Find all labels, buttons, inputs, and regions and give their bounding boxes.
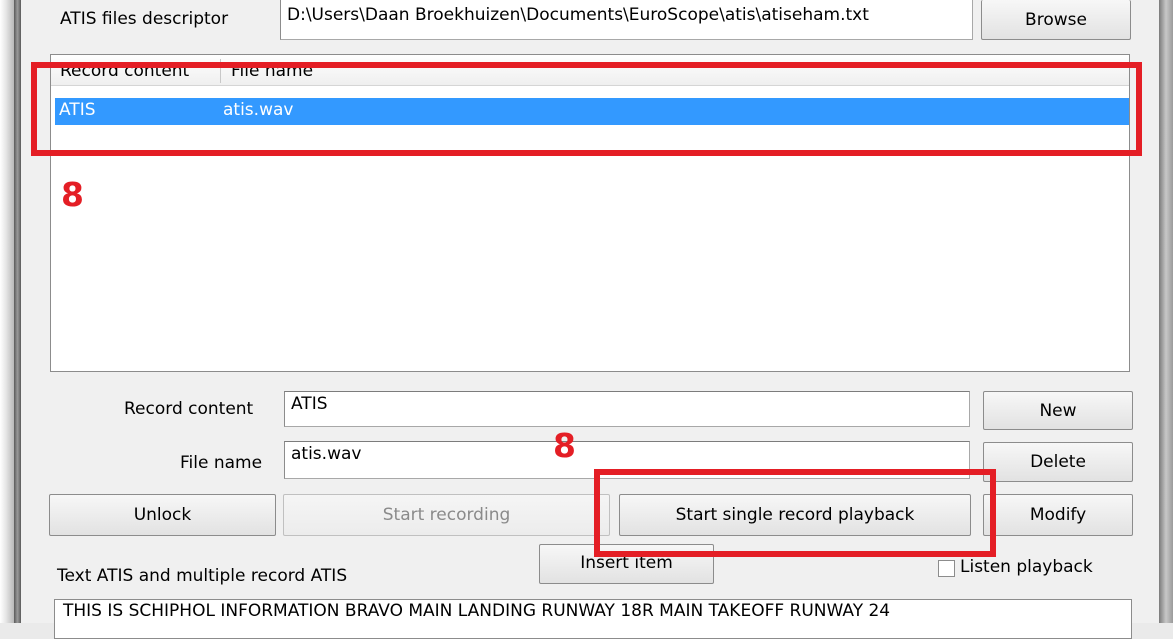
new-button[interactable]: New (983, 391, 1133, 430)
unlock-button[interactable]: Unlock (49, 494, 276, 536)
start-recording-button[interactable]: Start recording (283, 494, 610, 536)
window-frame-right (1159, 0, 1173, 623)
listen-playback-label: Listen playback (960, 557, 1093, 577)
annotation-marker-list: 8 (61, 175, 84, 214)
window-frame-left (14, 0, 21, 623)
annotation-marker-button: 8 (553, 426, 576, 465)
highlight-box-playback-button (594, 469, 996, 557)
delete-button[interactable]: Delete (983, 442, 1133, 482)
descriptor-path-field[interactable]: D:\Users\Daan Broekhuizen\Documents\Euro… (280, 0, 973, 40)
listen-playback-checkbox[interactable] (938, 560, 955, 577)
window-edge-left (0, 0, 14, 623)
text-atis-label: Text ATIS and multiple record ATIS (57, 566, 348, 586)
modify-button[interactable]: Modify (983, 494, 1133, 536)
browse-button[interactable]: Browse (981, 0, 1131, 40)
record-content-label: Record content (124, 399, 254, 419)
atis-text-area[interactable]: THIS IS SCHIPHOL INFORMATION BRAVO MAIN … (54, 599, 1132, 639)
file-name-label: File name (180, 453, 263, 473)
descriptor-label: ATIS files descriptor (60, 9, 229, 29)
highlight-box-record-list (31, 62, 1142, 156)
record-content-input[interactable]: ATIS (284, 391, 970, 427)
